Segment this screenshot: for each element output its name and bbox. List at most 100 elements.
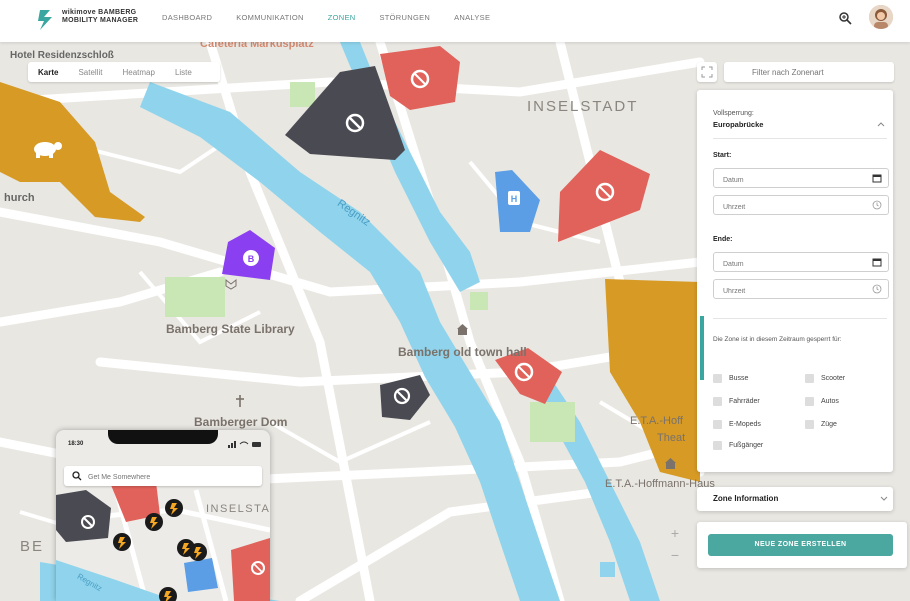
map-type-switcher: Karte Satellit Heatmap Liste — [28, 62, 220, 82]
start-time-field[interactable] — [713, 195, 889, 215]
phone-status-icons — [228, 441, 261, 448]
end-time-input[interactable] — [721, 287, 855, 296]
map-type-satellit[interactable]: Satellit — [68, 68, 112, 77]
label-church: hurch — [4, 192, 35, 204]
checkbox-box[interactable] — [713, 397, 722, 406]
end-label: Ende: — [713, 236, 733, 243]
orange-zone-east[interactable] — [605, 279, 700, 482]
nav-analyse[interactable]: ANALYSE — [454, 13, 490, 22]
chevron-up-icon[interactable] — [877, 121, 885, 127]
brand-line1: wikimove BAMBERG — [62, 9, 137, 16]
mobile-search-input[interactable] — [86, 473, 250, 482]
fullscreen-button[interactable] — [697, 62, 717, 82]
clock-icon[interactable] — [872, 200, 882, 210]
divider — [713, 318, 887, 319]
nav-dashboard[interactable]: DASHBOARD — [162, 13, 212, 22]
checkbox-label: Züge — [821, 421, 837, 428]
checkbox-label: Autos — [821, 398, 839, 405]
label-hotel: Hotel Residenzschloß — [10, 50, 114, 61]
brand-line2: MOBILITY MANAGER — [62, 17, 139, 24]
mobile-app-preview: 18:30 INSELSTA Regnitz — [56, 430, 270, 601]
mobile-dark-zone — [56, 490, 111, 542]
end-date-input[interactable] — [721, 260, 855, 269]
top-navigation-bar: wikimove BAMBERG MOBILITY MANAGER DASHBO… — [0, 0, 910, 42]
pond — [600, 562, 615, 577]
mobile-map-canvas — [56, 482, 270, 601]
nav-kommunikation[interactable]: KOMMUNIKATION — [236, 13, 304, 22]
map-type-heatmap[interactable]: Heatmap — [112, 68, 164, 77]
user-avatar[interactable] — [869, 5, 893, 29]
checkbox-busse[interactable]: Busse — [713, 374, 748, 383]
checkbox-label: Scooter — [821, 375, 846, 382]
checkbox-label: Fußgänger — [729, 442, 764, 449]
nav-zonen[interactable]: ZONEN — [328, 13, 356, 22]
end-time-field[interactable] — [713, 279, 889, 299]
zone-information-label: Zone Information — [713, 494, 779, 503]
avatar-photo-icon — [869, 5, 893, 29]
start-date-input[interactable] — [721, 176, 855, 185]
divider — [713, 138, 887, 139]
checkbox-box[interactable] — [805, 420, 814, 429]
nav-stoerungen[interactable]: STÖRUNGEN — [379, 13, 430, 22]
label-inselstadt: INSELSTADT — [527, 98, 639, 115]
hub-parking-icon: H — [508, 191, 520, 205]
zoom-out-button[interactable]: − — [664, 544, 686, 566]
svg-text:B: B — [248, 254, 255, 264]
phone-notch — [108, 430, 218, 444]
checkbox-scooter[interactable]: Scooter — [805, 374, 845, 383]
map-type-karte[interactable]: Karte — [28, 68, 68, 77]
checkbox-label: E-Mopeds — [729, 421, 761, 428]
label-town-hall: Bamberg old town hall — [398, 345, 527, 359]
zoom-search-icon[interactable] — [838, 11, 852, 25]
label-library: Bamberg State Library — [166, 322, 295, 336]
calendar-icon[interactable] — [872, 173, 882, 183]
phone-time: 18:30 — [68, 441, 84, 447]
checkbox-zuege[interactable]: Züge — [805, 420, 837, 429]
blocked-for-label: Die Zone ist in diesem Zeitraum gesperrt… — [713, 336, 842, 343]
library-book-icon — [225, 278, 237, 290]
create-zone-card: NEUE ZONE ERSTELLEN — [697, 522, 907, 568]
mobile-search-bar[interactable] — [64, 466, 262, 486]
map-zoom-control: + − — [664, 522, 686, 568]
clock-icon[interactable] — [872, 284, 882, 294]
label-cafeteria: Cafeteria Markusplatz — [200, 42, 314, 50]
cross-icon — [236, 395, 244, 407]
svg-text:H: H — [511, 194, 518, 204]
library-park — [165, 277, 225, 317]
start-time-input[interactable] — [721, 203, 855, 212]
checkbox-box[interactable] — [713, 420, 722, 429]
mobile-blue-zone — [184, 558, 218, 592]
checkbox-fahrraeder[interactable]: Fahrräder — [713, 397, 760, 406]
calendar-icon[interactable] — [872, 257, 882, 267]
zone-filter-input[interactable] — [750, 67, 884, 78]
mobile-river — [56, 560, 176, 601]
zone-information-section[interactable]: Zone Information — [697, 487, 893, 511]
checkbox-box[interactable] — [713, 374, 722, 383]
wikimove-logo-icon[interactable] — [36, 8, 56, 32]
map-type-liste[interactable]: Liste — [165, 68, 202, 77]
expand-icon — [701, 66, 713, 78]
park-small — [470, 292, 488, 310]
checkbox-autos[interactable]: Autos — [805, 397, 839, 406]
checkbox-box[interactable] — [805, 374, 814, 383]
checkbox-fussgaenger[interactable]: Fußgänger — [713, 441, 763, 450]
brand-name: wikimove BAMBERG MOBILITY MANAGER — [62, 9, 138, 25]
mobile-label-inselstadt: INSELSTA — [206, 503, 270, 515]
start-date-field[interactable] — [713, 168, 889, 188]
island-park — [530, 402, 575, 442]
zoom-in-button[interactable]: + — [664, 522, 686, 544]
end-date-field[interactable] — [713, 252, 889, 272]
chevron-down-icon[interactable] — [880, 496, 888, 502]
label-eta: E.T.A.-Hoff — [630, 415, 683, 427]
checkbox-e-mopeds[interactable]: E-Mopeds — [713, 420, 761, 429]
zone-filter[interactable] — [724, 62, 894, 82]
label-theater: Theat — [657, 432, 686, 444]
create-zone-button[interactable]: NEUE ZONE ERSTELLEN — [708, 534, 893, 556]
search-icon — [72, 471, 82, 481]
checkbox-label: Fahrräder — [729, 398, 760, 405]
checkbox-box[interactable] — [713, 441, 722, 450]
panel-scroll-indicator[interactable] — [700, 316, 704, 380]
bus-stop-icon: B — [243, 250, 259, 266]
zone-type-label: Vollsperrung: — [713, 110, 754, 117]
checkbox-box[interactable] — [805, 397, 814, 406]
